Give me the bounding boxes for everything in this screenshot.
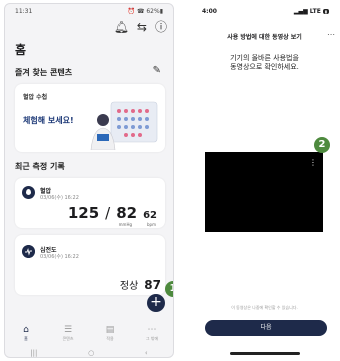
home-screen: 11:31 ⏰ ☎ 62%▮ 🔔︎ ⇆ ⓘ 홈 즐겨 찾는 콘텐츠 ✎ 혈압 수… [4,3,174,358]
status-time: 4:00 [202,7,217,15]
content-icon: ☰ [63,324,73,335]
step-badge-1: 1 [165,281,173,297]
next-button[interactable]: 다음 [205,320,327,336]
more-icon[interactable]: ⋯ [327,30,335,39]
pulse-unit: bpm [147,222,156,227]
bp-systolic: 125 [67,204,100,222]
bell-icon[interactable]: 🔔︎ [114,21,129,33]
back-button[interactable]: ‹ [145,349,148,357]
video-guide-screen: 4:00 ▂▄▆ LTE ▮ ‹ 사용 방법에 대한 동영상 보기 ⋯ 기기의 … [192,3,337,358]
bottom-navigation: ⌂ 홈 ☰ 콘텐츠 ▤ 적용 ⋯ 그 밖에 [5,320,173,346]
favorite-content-card[interactable]: 혈압 수첩 체험해 보세요! [15,84,165,152]
later-notice: 이 동영상은 나중에 확인할 수 있습니다. [231,305,298,310]
blood-drop-icon [22,186,35,199]
ecg-heart-icon [22,245,35,258]
recent-records-section-title: 최근 측정 기록 [15,162,65,171]
nav-home-label: 홈 [24,335,28,341]
bp-timestamp: 03/06(수) 16:22 [40,195,79,201]
apply-icon: ▤ [105,324,115,335]
instruction-text: 기기의 올바른 사용법을 동영상으로 확인하세요. [192,54,337,72]
system-navigation: ||| ○ ‹ [5,348,173,357]
promo-text: 체험해 보세요! [23,116,74,125]
battery-icon: ▮ [322,8,329,14]
bp-pulse: 62 [143,210,157,221]
top-bar: ‹ 사용 방법에 대한 동영상 보기 ⋯ [192,28,337,44]
signal-icon: ▂▄▆ [293,7,308,15]
more-icon: ⋯ [147,324,157,335]
ecg-record-card[interactable]: 심전도 03/06(수) 16:22 정상 87 [15,235,165,295]
bp-separator: / [105,204,111,222]
nav-apply[interactable]: ▤ 적용 [95,325,125,342]
ecg-value: 87 [144,278,161,292]
status-time: 11:31 [15,7,33,15]
home-icon: ⌂ [23,324,29,335]
home-button[interactable]: ○ [88,349,94,357]
pressure-unit: mmHg [118,222,132,227]
edit-icon[interactable]: ✎ [153,65,161,76]
video-player[interactable]: ⋮ [205,152,323,232]
nav-content-label: 콘텐츠 [62,335,74,341]
nav-content[interactable]: ☰ 콘텐츠 [53,325,83,342]
video-menu-icon[interactable]: ⋮ [309,158,317,167]
nav-more-label: 그 밖에 [145,335,159,341]
bp-values: 125 / 82 62 [68,206,157,221]
add-record-button[interactable]: + [147,294,165,312]
status-bar: 11:31 ⏰ ☎ 62%▮ [5,4,173,18]
signal-indicators: ▂▄▆ LTE ▮ [294,8,329,15]
nav-home[interactable]: ⌂ 홈 [11,325,41,342]
ecg-timestamp: 03/06(수) 16:22 [40,254,79,260]
home-indicator [230,352,300,355]
screen-title: 사용 방법에 대한 동영상 보기 [227,34,302,41]
blood-pressure-record-card[interactable]: 혈압 03/06(수) 16:22 125 / 82 62 mmHg bpm [15,178,165,228]
status-bar: 4:00 ▂▄▆ LTE ▮ [192,5,337,17]
ecg-status: 정상 [119,281,139,292]
nav-apply-label: 적용 [106,335,114,341]
instruction-line-1: 기기의 올바른 사용법을 [230,54,299,62]
ecg-values: 정상 87 [120,277,161,292]
help-icon[interactable]: ⓘ [155,21,167,33]
recent-apps-button[interactable]: ||| [30,349,37,357]
status-indicators: ⏰ ☎ 62%▮ [127,7,163,15]
step-badge-2: 2 [314,137,330,153]
bp-diastolic: 82 [116,204,138,222]
page-title: 홈 [15,43,27,57]
promo-tag: 혈압 수첩 [23,94,48,101]
nav-more[interactable]: ⋯ 그 밖에 [137,325,167,342]
network-type: LTE [309,7,321,15]
instruction-line-2: 동영상으로 확인하세요. [230,63,299,71]
calendar-person-illustration [90,101,158,150]
top-actions: 🔔︎ ⇆ ⓘ [114,21,167,33]
favorites-section-title: 즐겨 찾는 콘텐츠 [15,68,73,77]
sync-icon[interactable]: ⇆ [137,21,147,33]
